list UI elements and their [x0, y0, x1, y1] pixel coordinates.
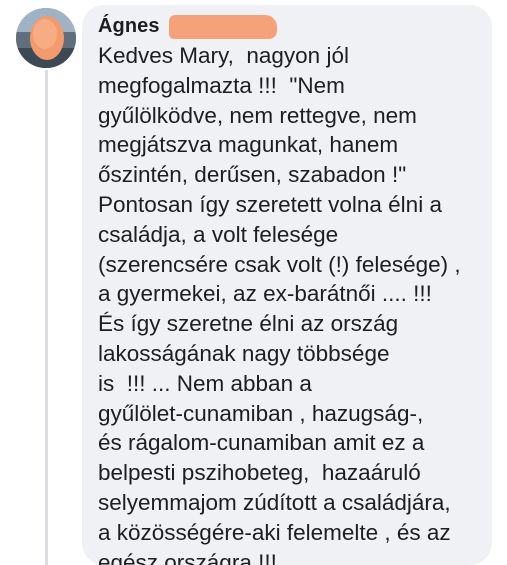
- comment-line: (szerencsére csak volt (!) felesége) ,: [98, 251, 461, 277]
- comment-line: megjátszva magunkat, hanem: [98, 132, 399, 158]
- comment-line: a közösségére-aki felemelte , és az: [98, 519, 451, 545]
- avatar[interactable]: [16, 8, 76, 68]
- comment-bubble: Ágnes Kedves Mary, nagyon jól megfogalmaz…: [82, 5, 492, 565]
- comment-line: a gyermekei, az ex-barátnői .... !!!: [98, 281, 432, 307]
- redaction-mark: [169, 15, 277, 39]
- comment-line: Kedves Mary, nagyon jól: [98, 43, 349, 68]
- comment-line: családja, a volt felesége: [98, 221, 339, 247]
- comment-thread: Ágnes Kedves Mary, nagyon jól megfogalmaz…: [0, 0, 507, 565]
- comment-line: belpesti pszihobeteg, hazaáruló: [98, 460, 421, 486]
- comment-line: őszintén, derűsen, szabadon !": [98, 162, 407, 188]
- comment-line: Pontosan így szeretett volna élni a: [98, 191, 442, 217]
- comment-text: Kedves Mary, nagyon jól megfogalmazta !!!…: [98, 41, 482, 565]
- comment-line: és rágalom-cunamiban amit ez a: [98, 430, 425, 456]
- comment-line: megfogalmazta !!! "Nem: [98, 72, 345, 98]
- author-row: Ágnes: [98, 13, 482, 39]
- profile-photo: [16, 8, 76, 68]
- comment-line: is !!! ... Nem abban a: [98, 370, 312, 396]
- comment-line: És így szeretne élni az ország: [98, 311, 399, 337]
- author-name[interactable]: Ágnes: [98, 15, 160, 37]
- comment-line: gyűlölet-cunamiban , hazugság-,: [98, 400, 424, 426]
- comment-line: egész országra !!!: [98, 549, 277, 565]
- comment-line: lakosságának nagy többsége: [98, 340, 390, 366]
- thread-line: [45, 70, 48, 565]
- comment-line: gyűlölködve, nem rettegve, nem: [98, 102, 417, 128]
- comment-line: selyemmajom zúdított a családjára,: [98, 489, 451, 515]
